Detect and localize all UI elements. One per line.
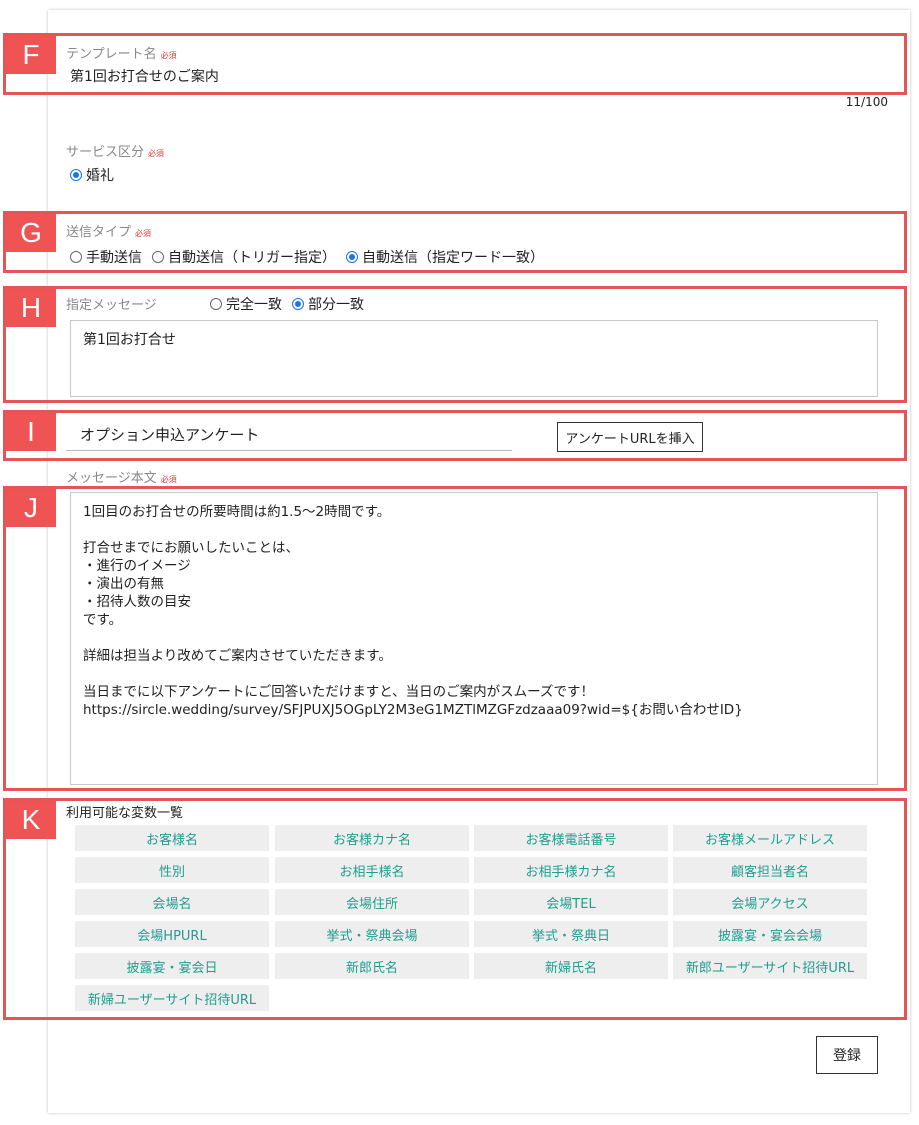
annotation-tag-g: G (6, 214, 56, 252)
send-type-radio-manual[interactable]: 手動送信 (70, 247, 142, 267)
keyword-radio-partial[interactable]: 部分一致 (292, 294, 364, 314)
send-type-radio-trigger[interactable]: 自動送信（トリガー指定） (152, 247, 336, 267)
variables-title: 利用可能な変数一覧 (66, 806, 184, 821)
keyword-radio-exact[interactable]: 完全一致 (210, 294, 282, 314)
insert-survey-url-button[interactable]: アンケートURLを挿入 (557, 422, 703, 452)
radio-unchecked-icon (210, 298, 222, 310)
service-radio-wedding[interactable]: 婚礼 (70, 165, 114, 185)
message-textarea[interactable]: 1回目のお打合せの所要時間は約1.5～2時間です。 打合せまでにお願いしたいこと… (70, 492, 878, 785)
variable-chip[interactable]: お客様メールアドレス (673, 825, 867, 851)
annotation-tag-i: I (6, 413, 56, 451)
keyword-label: 指定メッセージ (66, 298, 157, 313)
variable-chip[interactable]: 新郎氏名 (275, 953, 469, 979)
variable-chip[interactable]: 顧客担当者名 (673, 857, 867, 883)
template-name-label: テンプレート名 必須 (66, 47, 177, 62)
template-name-input[interactable]: 第1回お打合せのご案内 (70, 66, 219, 86)
send-type-label: 送信タイプ 必須 (66, 225, 152, 240)
variable-chip[interactable]: 挙式・祭典会場 (275, 921, 469, 947)
keyword-textarea[interactable]: 第1回お打合せ (70, 320, 878, 397)
required-mark: 必須 (160, 475, 177, 484)
radio-label: 完全一致 (226, 297, 282, 313)
annotation-tag-j: J (6, 489, 56, 527)
radio-label: 手動送信 (86, 250, 142, 266)
radio-unchecked-icon (70, 251, 82, 263)
required-mark: 必須 (160, 51, 177, 60)
required-mark: 必須 (135, 229, 152, 238)
keyword-radio-group: 完全一致 部分一致 (210, 294, 374, 314)
variable-chip[interactable]: 会場住所 (275, 889, 469, 915)
radio-checked-icon (292, 298, 304, 310)
service-label: サービス区分 必須 (66, 145, 165, 160)
variable-chip[interactable]: 挙式・祭典日 (474, 921, 668, 947)
annotation-tag-f: F (6, 36, 56, 74)
variable-chip[interactable]: 新郎ユーザーサイト招待URL (673, 953, 867, 979)
radio-label: 自動送信（指定ワード一致） (362, 250, 544, 266)
radio-checked-icon (346, 251, 358, 263)
radio-label: 婚礼 (86, 168, 114, 184)
message-label: メッセージ本文 必須 (66, 471, 177, 486)
template-name-counter: 11/100 (845, 95, 888, 109)
variable-chip[interactable]: 会場TEL (474, 889, 668, 915)
radio-label: 自動送信（トリガー指定） (168, 250, 336, 266)
variable-chip[interactable]: お客様電話番号 (474, 825, 668, 851)
variable-chip[interactable]: 披露宴・宴会日 (75, 953, 269, 979)
annotation-tag-h: H (6, 289, 56, 327)
send-type-radio-group: 手動送信 自動送信（トリガー指定） 自動送信（指定ワード一致） (70, 247, 554, 267)
send-type-radio-keyword[interactable]: 自動送信（指定ワード一致） (346, 247, 544, 267)
radio-unchecked-icon (152, 251, 164, 263)
survey-select-underline (66, 450, 512, 451)
submit-button[interactable]: 登録 (816, 1036, 878, 1074)
variable-chip[interactable]: 会場HPURL (75, 921, 269, 947)
variable-chip[interactable]: 性別 (75, 857, 269, 883)
radio-label: 部分一致 (308, 297, 364, 313)
annotation-tag-k: K (6, 801, 56, 839)
variable-chip[interactable]: 披露宴・宴会会場 (673, 921, 867, 947)
variable-chip[interactable]: お客様名 (75, 825, 269, 851)
variable-chip[interactable]: 会場アクセス (673, 889, 867, 915)
variable-chip[interactable]: お客様カナ名 (275, 825, 469, 851)
variable-chip[interactable]: お相手様名 (275, 857, 469, 883)
service-radio-group: 婚礼 (70, 165, 124, 185)
required-mark: 必須 (148, 149, 165, 158)
variable-chip[interactable]: 会場名 (75, 889, 269, 915)
variable-chip[interactable]: お相手様カナ名 (474, 857, 668, 883)
radio-checked-icon (70, 169, 82, 181)
survey-select[interactable]: オプション申込アンケート (80, 424, 259, 445)
variable-chip[interactable]: 新婦ユーザーサイト招待URL (75, 985, 269, 1011)
variable-chip[interactable]: 新婦氏名 (474, 953, 668, 979)
